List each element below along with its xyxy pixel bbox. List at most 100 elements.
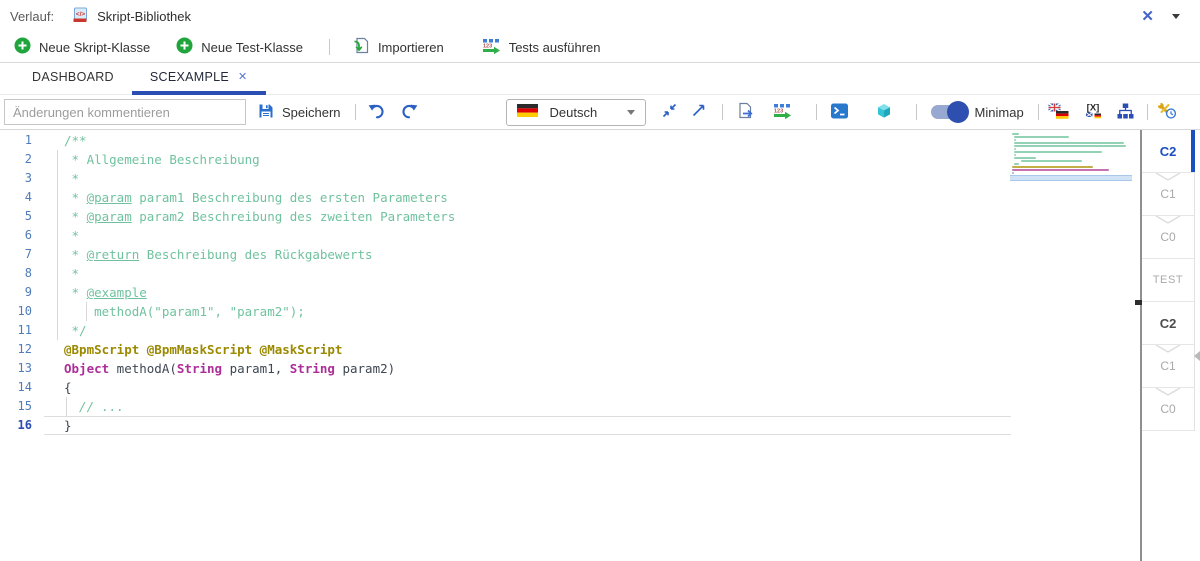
coverage-sidebar: C2C1C0TESTC2C1C0 bbox=[1142, 130, 1200, 561]
cube-button[interactable] bbox=[876, 103, 892, 122]
translate-flags-button[interactable] bbox=[1048, 103, 1069, 122]
comment-input[interactable] bbox=[4, 99, 246, 125]
code-editor[interactable]: 1/**2 * Allgemeine Beschreibung3 *4 * @p… bbox=[0, 130, 1140, 561]
line-number: 8 bbox=[0, 264, 38, 283]
code-line-12[interactable]: 12@BpmScript @BpmMaskScript @MaskScript bbox=[0, 340, 1140, 359]
sidebar-button-c1-5[interactable]: C1 bbox=[1142, 345, 1194, 388]
code-line-13[interactable]: 13Object methodA(String param1, String p… bbox=[0, 359, 1140, 378]
separator bbox=[329, 39, 330, 55]
minimap-line bbox=[1012, 151, 1130, 153]
sidebar-button-c1-1[interactable]: C1 bbox=[1142, 173, 1194, 216]
expand-editor-button[interactable] bbox=[691, 103, 706, 121]
sidebar-button-test-3[interactable]: TEST bbox=[1142, 259, 1194, 302]
collapse-editor-button[interactable] bbox=[662, 103, 677, 121]
code-line-15[interactable]: 15 // ... bbox=[0, 397, 1140, 416]
code-line-14[interactable]: 14{ bbox=[0, 378, 1140, 397]
minimap-line bbox=[1012, 160, 1130, 162]
tab-bar: DASHBOARD SCEXAMPLE ✕ bbox=[0, 63, 1200, 95]
run-tests-toolbar-button[interactable]: 123 bbox=[773, 103, 792, 122]
indent-guide bbox=[66, 397, 67, 416]
language-select[interactable]: Deutsch bbox=[506, 99, 646, 126]
minimap-line bbox=[1012, 139, 1130, 141]
code-line-9[interactable]: 9 * @example bbox=[0, 283, 1140, 302]
undo-button[interactable] bbox=[368, 103, 386, 122]
minimap-viewport[interactable] bbox=[1010, 175, 1132, 181]
minimap[interactable] bbox=[1012, 133, 1130, 181]
code-line-6[interactable]: 6 * bbox=[0, 226, 1140, 245]
redo-button[interactable] bbox=[400, 103, 418, 122]
new-script-class-button[interactable]: Neue Skript-Klasse bbox=[14, 37, 150, 57]
tab-close-icon[interactable]: ✕ bbox=[238, 72, 248, 83]
run-tests-button[interactable]: 123 Tests ausführen bbox=[482, 38, 601, 57]
language-selected: Deutsch bbox=[550, 105, 615, 120]
indent-guide bbox=[57, 150, 58, 340]
sidebar-button-c0-6[interactable]: C0 bbox=[1142, 388, 1194, 431]
code-line-4[interactable]: 4 * @param param1 Beschreibung des erste… bbox=[0, 188, 1140, 207]
code-line-1[interactable]: 1/** bbox=[0, 131, 1140, 150]
code-line-7[interactable]: 7 * @return Beschreibung des Rückgabewer… bbox=[0, 245, 1140, 264]
run-tests-icon: 123 bbox=[482, 38, 501, 57]
coverage-sidebar-cells: C2C1C0TESTC2C1C0 bbox=[1142, 130, 1195, 431]
sidebar-button-label: C0 bbox=[1160, 230, 1175, 244]
code-lines: 1/**2 * Allgemeine Beschreibung3 *4 * @p… bbox=[0, 131, 1140, 435]
import-button[interactable]: Importieren bbox=[352, 37, 444, 57]
code-line-11[interactable]: 11 */ bbox=[0, 321, 1140, 340]
code-text: Object methodA(String param1, String par… bbox=[38, 359, 395, 378]
minimap-line bbox=[1012, 157, 1130, 159]
close-icon[interactable]: ✕ bbox=[1141, 9, 1154, 24]
expand-icon bbox=[691, 103, 706, 121]
minimap-toggle[interactable] bbox=[931, 105, 967, 119]
line-number: 13 bbox=[0, 359, 38, 378]
terminal-icon bbox=[831, 103, 848, 122]
code-text: * bbox=[38, 226, 79, 245]
svg-text:123: 123 bbox=[483, 43, 492, 49]
breadcrumb[interactable]: </> Skript-Bibliothek bbox=[72, 7, 191, 26]
tab-dashboard[interactable]: DASHBOARD bbox=[14, 63, 132, 95]
code-line-8[interactable]: 8 * bbox=[0, 264, 1140, 283]
hierarchy-icon bbox=[1117, 103, 1134, 122]
sidebar-button-c0-2[interactable]: C0 bbox=[1142, 216, 1194, 259]
code-line-10[interactable]: 10 methodA("param1", "param2"); bbox=[0, 302, 1140, 321]
svg-text:[X]: [X] bbox=[1086, 103, 1099, 114]
sidebar-button-label: C2 bbox=[1160, 316, 1177, 331]
hierarchy-button[interactable] bbox=[1117, 103, 1134, 122]
code-line-5[interactable]: 5 * @param param2 Beschreibung des zweit… bbox=[0, 207, 1140, 226]
tab-scexample[interactable]: SCEXAMPLE ✕ bbox=[132, 63, 266, 95]
line-number: 15 bbox=[0, 397, 38, 416]
line-number: 4 bbox=[0, 188, 38, 207]
export-script-button[interactable] bbox=[737, 102, 755, 122]
code-text: methodA("param1", "param2"); bbox=[38, 302, 305, 321]
code-line-2[interactable]: 2 * Allgemeine Beschreibung bbox=[0, 150, 1140, 169]
translate-flags-icon bbox=[1048, 103, 1069, 122]
code-line-3[interactable]: 3 * bbox=[0, 169, 1140, 188]
line-number: 16 bbox=[0, 416, 38, 435]
minimap-line bbox=[1012, 148, 1130, 150]
variable-translate-button[interactable]: [X] bbox=[1082, 102, 1104, 122]
sidebar-button-c2-0[interactable]: C2 bbox=[1142, 130, 1194, 173]
new-test-class-button[interactable]: Neue Test-Klasse bbox=[176, 37, 303, 57]
sidebar-collapse-icon[interactable] bbox=[1194, 351, 1200, 361]
import-icon bbox=[352, 37, 370, 57]
code-text: @BpmScript @BpmMaskScript @MaskScript bbox=[38, 340, 342, 359]
separator bbox=[722, 104, 723, 120]
code-text: * bbox=[38, 169, 79, 188]
maintenance-button[interactable] bbox=[1157, 102, 1177, 122]
line-number: 10 bbox=[0, 302, 38, 321]
action-bar: Neue Skript-Klasse Neue Test-Klasse Impo… bbox=[0, 32, 1200, 63]
plus-circle-icon bbox=[176, 37, 193, 57]
code-text: // ... bbox=[38, 397, 124, 416]
code-text: * @return Beschreibung des Rückgabewerts bbox=[38, 245, 373, 264]
code-text: * bbox=[38, 264, 79, 283]
svg-text:</>: </> bbox=[76, 11, 86, 18]
sidebar-button-c2-4[interactable]: C2 bbox=[1142, 302, 1194, 345]
german-flag-icon bbox=[517, 104, 538, 120]
line-number: 3 bbox=[0, 169, 38, 188]
code-line-16[interactable]: 16} bbox=[0, 416, 1140, 435]
line-number: 9 bbox=[0, 283, 38, 302]
sidebar-button-label: C0 bbox=[1160, 402, 1175, 416]
chevron-down-icon[interactable] bbox=[1172, 14, 1180, 19]
chevron-down-icon bbox=[1155, 388, 1181, 396]
terminal-button[interactable] bbox=[831, 103, 848, 122]
tab-scexample-label: SCEXAMPLE bbox=[150, 70, 229, 84]
save-button[interactable]: Speichern bbox=[258, 103, 341, 122]
